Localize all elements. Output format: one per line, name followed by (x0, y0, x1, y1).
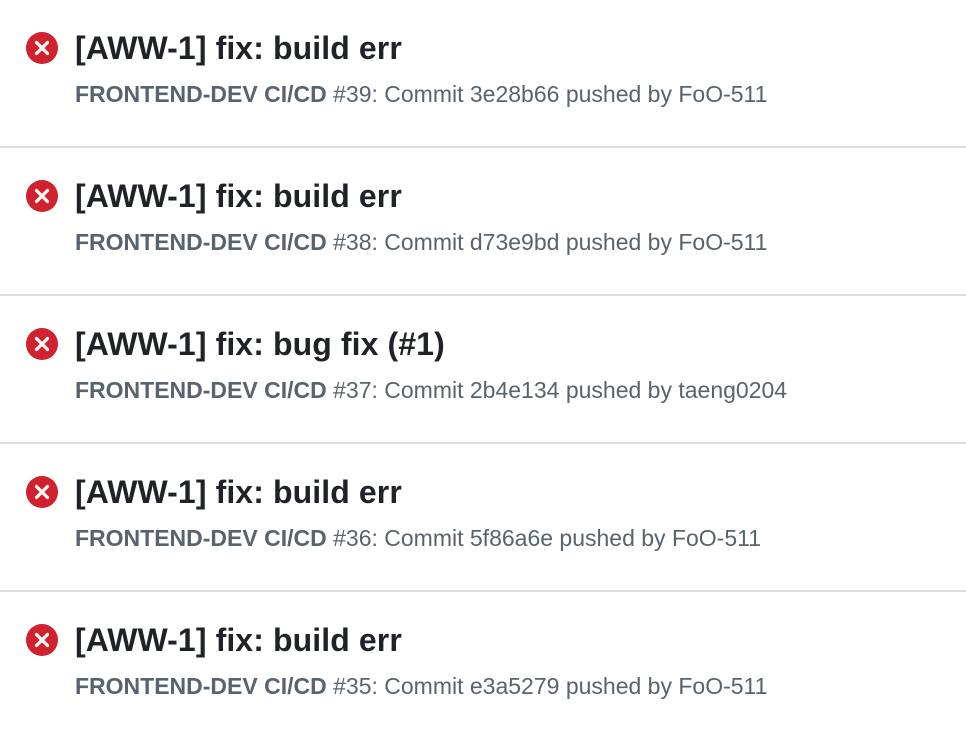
workflow-name: FRONTEND-DEV CI/CD (75, 673, 327, 699)
workflow-name: FRONTEND-DEV CI/CD (75, 229, 327, 255)
run-title-link[interactable]: [AWW-1] fix: build err (75, 620, 402, 660)
workflow-name: FRONTEND-DEV CI/CD (75, 377, 327, 403)
workflow-name: FRONTEND-DEV CI/CD (75, 81, 327, 107)
run-detail: #37: Commit 2b4e134 pushed by taeng0204 (326, 377, 788, 403)
run-detail: #38: Commit d73e9bd pushed by FoO-511 (326, 229, 768, 255)
run-meta: FRONTEND-DEV CI/CD #36: Commit 5f86a6e p… (75, 524, 761, 552)
workflow-run-list: [AWW-1] fix: build err FRONTEND-DEV CI/C… (0, 0, 966, 740)
run-meta: FRONTEND-DEV CI/CD #38: Commit d73e9bd p… (75, 228, 767, 256)
run-detail: #39: Commit 3e28b66 pushed by FoO-511 (326, 81, 768, 107)
run-meta: FRONTEND-DEV CI/CD #39: Commit 3e28b66 p… (75, 80, 767, 108)
workflow-run-row[interactable]: [AWW-1] fix: bug fix (#1) FRONTEND-DEV C… (0, 296, 966, 444)
workflow-name: FRONTEND-DEV CI/CD (75, 525, 327, 551)
x-circle-fill-icon (25, 327, 59, 361)
x-circle-fill-icon (25, 623, 59, 657)
run-meta: FRONTEND-DEV CI/CD #35: Commit e3a5279 p… (75, 672, 767, 700)
workflow-run-row[interactable]: [AWW-1] fix: build err FRONTEND-DEV CI/C… (0, 148, 966, 296)
workflow-run-row[interactable]: [AWW-1] fix: build err FRONTEND-DEV CI/C… (0, 444, 966, 592)
run-meta: FRONTEND-DEV CI/CD #37: Commit 2b4e134 p… (75, 376, 787, 404)
run-detail: #35: Commit e3a5279 pushed by FoO-511 (326, 673, 768, 699)
run-title-link[interactable]: [AWW-1] fix: bug fix (#1) (75, 324, 445, 364)
run-title-link[interactable]: [AWW-1] fix: build err (75, 176, 402, 216)
workflow-run-row[interactable]: [AWW-1] fix: build err FRONTEND-DEV CI/C… (0, 0, 966, 148)
run-detail: #36: Commit 5f86a6e pushed by FoO-511 (326, 525, 762, 551)
x-circle-fill-icon (25, 475, 59, 509)
run-title-link[interactable]: [AWW-1] fix: build err (75, 472, 402, 512)
workflow-run-row[interactable]: [AWW-1] fix: build err FRONTEND-DEV CI/C… (0, 592, 966, 740)
x-circle-fill-icon (25, 31, 59, 65)
run-title-link[interactable]: [AWW-1] fix: build err (75, 28, 402, 68)
x-circle-fill-icon (25, 179, 59, 213)
